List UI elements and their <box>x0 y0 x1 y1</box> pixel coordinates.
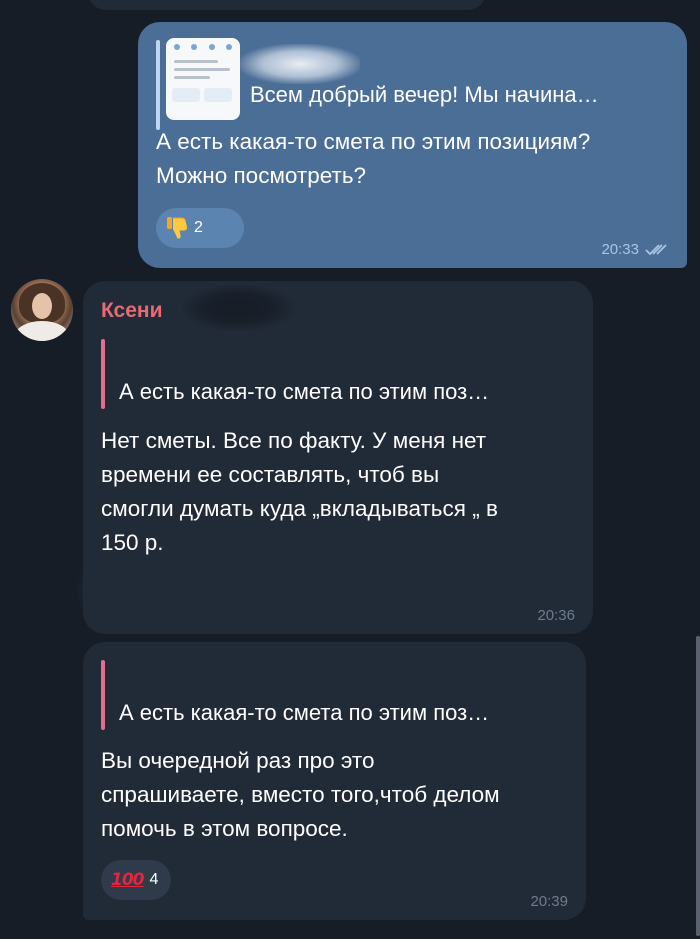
message-time: 20:33 <box>601 241 639 258</box>
thumbs-down-icon <box>166 216 188 240</box>
message-meta: 20:33 <box>601 241 671 258</box>
reaction-count: 4 <box>149 871 159 888</box>
message-time: 20:36 <box>537 607 575 624</box>
reply-preview-text[interactable]: Всем добрый вечер! Мы начина… <box>250 82 599 108</box>
message-time: 20:39 <box>530 893 568 910</box>
reply-preview-text[interactable]: А есть какая-то смета по этим поз… <box>119 379 489 405</box>
sender-name[interactable]: Ксени <box>101 299 163 323</box>
reaction-count: 2 <box>194 219 203 236</box>
reaction-chip-thumbs-down[interactable]: 2 <box>156 208 244 248</box>
message-text: А есть какая-то смета по этим позициям? … <box>156 129 591 188</box>
reaction-chip-hundred[interactable]: 100 4 <box>101 860 171 900</box>
message-text: Вы очередной раз про это спрашиваете, вм… <box>101 748 500 841</box>
message-bubble-incoming[interactable]: Ксени А есть какая-то смета по этим поз…… <box>83 281 593 634</box>
previous-message-bubble[interactable] <box>88 0 486 10</box>
message-bubble-outgoing[interactable]: Всем добрый вечер! Мы начина… А есть как… <box>138 22 687 268</box>
reply-indicator-bar <box>156 40 160 130</box>
reply-thumbnail-image[interactable] <box>166 38 240 120</box>
scrollbar-thumb[interactable] <box>696 636 700 936</box>
sender-avatar[interactable] <box>11 279 73 341</box>
reply-preview-text[interactable]: А есть какая-то смета по этим поз… <box>119 700 489 726</box>
redaction-blur <box>75 560 115 620</box>
hundred-points-icon: 100 <box>111 870 144 890</box>
redaction-blur <box>183 285 293 331</box>
reply-indicator-bar <box>101 339 105 409</box>
message-text: Нет сметы. Все по факту. У меня нет врем… <box>101 428 498 555</box>
chat-area[interactable]: Всем добрый вечер! Мы начина… А есть как… <box>0 0 700 939</box>
redaction-blur <box>240 44 360 84</box>
double-check-icon <box>645 243 667 255</box>
reply-indicator-bar <box>101 660 105 730</box>
message-bubble-incoming[interactable]: А есть какая-то смета по этим поз… Вы оч… <box>83 642 586 920</box>
